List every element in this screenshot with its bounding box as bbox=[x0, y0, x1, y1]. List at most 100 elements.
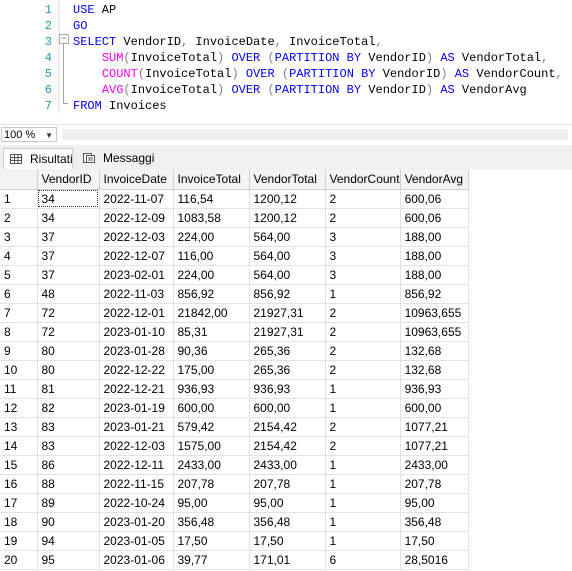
grid-cell[interactable]: 94 bbox=[37, 531, 100, 551]
grid-cell[interactable]: 3 bbox=[325, 227, 401, 247]
grid-cell[interactable]: 95 bbox=[37, 550, 100, 570]
grid-cell[interactable]: 2023-01-21 bbox=[99, 417, 174, 437]
row-number[interactable]: 17 bbox=[0, 493, 38, 513]
grid-cell[interactable]: 85,31 bbox=[173, 322, 250, 342]
row-number[interactable]: 18 bbox=[0, 512, 38, 532]
grid-cell[interactable]: 2022-12-03 bbox=[99, 227, 174, 247]
table-row[interactable]: 15 86 2022-12-11 2433,00 2433,00 1 2433,00 bbox=[0, 455, 469, 475]
grid-cell[interactable]: 90,36 bbox=[173, 341, 250, 361]
grid-cell[interactable]: 2022-12-22 bbox=[99, 360, 174, 380]
column-header[interactable]: VendorCount bbox=[325, 170, 401, 190]
grid-cell[interactable]: 1200,12 bbox=[249, 189, 326, 209]
row-number[interactable]: 3 bbox=[0, 227, 38, 247]
row-number[interactable]: 8 bbox=[0, 322, 38, 342]
grid-cell[interactable]: 1077,21 bbox=[400, 436, 469, 456]
grid-cell[interactable]: 2023-01-20 bbox=[99, 512, 174, 532]
grid-cell[interactable]: 600,00 bbox=[173, 398, 250, 418]
table-row[interactable]: 10 80 2022-12-22 175,00 265,36 2 132,68 bbox=[0, 360, 469, 380]
grid-cell[interactable]: 81 bbox=[37, 379, 100, 399]
grid-cell[interactable]: 856,92 bbox=[249, 284, 326, 304]
column-header[interactable]: InvoiceTotal bbox=[173, 170, 250, 190]
grid-cell[interactable]: 116,00 bbox=[173, 246, 250, 266]
grid-cell[interactable]: 2433,00 bbox=[173, 455, 250, 475]
grid-cell[interactable]: 188,00 bbox=[400, 246, 469, 266]
row-number[interactable]: 2 bbox=[0, 208, 38, 228]
grid-cell[interactable]: 600,06 bbox=[400, 189, 469, 209]
row-number[interactable]: 12 bbox=[0, 398, 38, 418]
grid-cell[interactable]: 2154,42 bbox=[249, 417, 326, 437]
grid-cell[interactable]: 95,00 bbox=[173, 493, 250, 513]
row-number[interactable]: 9 bbox=[0, 341, 38, 361]
row-number[interactable]: 4 bbox=[0, 246, 38, 266]
grid-cell[interactable]: 2022-11-03 bbox=[99, 284, 174, 304]
grid-cell[interactable]: 10963,655 bbox=[400, 303, 469, 323]
grid-cell[interactable]: 2022-11-15 bbox=[99, 474, 174, 494]
grid-cell[interactable]: 175,00 bbox=[173, 360, 250, 380]
grid-cell[interactable]: 1 bbox=[325, 284, 401, 304]
grid-cell[interactable]: 39,77 bbox=[173, 550, 250, 570]
row-number[interactable]: 13 bbox=[0, 417, 38, 437]
grid-cell[interactable]: 936,93 bbox=[400, 379, 469, 399]
table-row[interactable]: 7 72 2022-12-01 21842,00 21927,31 2 10963,655 bbox=[0, 303, 469, 323]
grid-cell[interactable]: 1 bbox=[325, 512, 401, 532]
row-number[interactable]: 20 bbox=[0, 550, 38, 570]
grid-cell[interactable]: 17,50 bbox=[173, 531, 250, 551]
grid-cell[interactable]: 83 bbox=[37, 417, 100, 437]
grid-cell[interactable]: 82 bbox=[37, 398, 100, 418]
grid-cell[interactable]: 2022-11-07 bbox=[99, 189, 174, 209]
grid-cell[interactable]: 600,00 bbox=[249, 398, 326, 418]
row-number[interactable]: 16 bbox=[0, 474, 38, 494]
grid-cell[interactable]: 116,54 bbox=[173, 189, 250, 209]
table-row[interactable]: 2 34 2022-12-09 1083,58 1200,12 2 600,06 bbox=[0, 208, 469, 228]
grid-cell[interactable]: 856,92 bbox=[173, 284, 250, 304]
grid-cell[interactable]: 188,00 bbox=[400, 265, 469, 285]
grid-cell[interactable]: 28,5016 bbox=[400, 550, 469, 570]
grid-cell[interactable]: 207,78 bbox=[173, 474, 250, 494]
grid-cell[interactable]: 2 bbox=[325, 360, 401, 380]
grid-cell[interactable]: 37 bbox=[37, 265, 100, 285]
grid-cell[interactable]: 17,50 bbox=[400, 531, 469, 551]
grid-cell[interactable]: 856,92 bbox=[400, 284, 469, 304]
grid-cell[interactable]: 48 bbox=[37, 284, 100, 304]
grid-cell[interactable]: 132,68 bbox=[400, 360, 469, 380]
grid-cell[interactable]: 356,48 bbox=[173, 512, 250, 532]
grid-cell[interactable]: 1575,00 bbox=[173, 436, 250, 456]
table-row[interactable]: 8 72 2023-01-10 85,31 21927,31 2 10963,655 bbox=[0, 322, 469, 342]
grid-cell[interactable]: 936,93 bbox=[173, 379, 250, 399]
table-row[interactable]: 1 34 2022-11-07 116,54 1200,12 2 600,06 bbox=[0, 189, 469, 209]
grid-cell[interactable]: 265,36 bbox=[249, 341, 326, 361]
row-number[interactable]: 10 bbox=[0, 360, 38, 380]
table-row[interactable]: 13 83 2023-01-21 579,42 2154,42 2 1077,21 bbox=[0, 417, 469, 437]
grid-cell[interactable]: 2 bbox=[325, 341, 401, 361]
table-row[interactable]: 12 82 2023-01-19 600,00 600,00 1 600,00 bbox=[0, 398, 469, 418]
grid-cell[interactable]: 2 bbox=[325, 303, 401, 323]
table-row[interactable]: 6 48 2022-11-03 856,92 856,92 1 856,92 bbox=[0, 284, 469, 304]
table-row[interactable]: 5 37 2023-02-01 224,00 564,00 3 188,00 bbox=[0, 265, 469, 285]
grid-cell[interactable]: 224,00 bbox=[173, 227, 250, 247]
row-number[interactable]: 14 bbox=[0, 436, 38, 456]
grid-cell[interactable]: 564,00 bbox=[249, 246, 326, 266]
grid-cell[interactable]: 10963,655 bbox=[400, 322, 469, 342]
grid-cell[interactable]: 2022-12-03 bbox=[99, 436, 174, 456]
grid-cell[interactable]: 356,48 bbox=[400, 512, 469, 532]
grid-cell[interactable]: 207,78 bbox=[400, 474, 469, 494]
table-row[interactable]: 11 81 2022-12-21 936,93 936,93 1 936,93 bbox=[0, 379, 469, 399]
grid-cell[interactable]: 1077,21 bbox=[400, 417, 469, 437]
grid-cell[interactable]: 207,78 bbox=[249, 474, 326, 494]
grid-cell[interactable]: 95,00 bbox=[400, 493, 469, 513]
grid-cell[interactable]: 90 bbox=[37, 512, 100, 532]
grid-cell[interactable]: 600,06 bbox=[400, 208, 469, 228]
grid-cell[interactable]: 88 bbox=[37, 474, 100, 494]
grid-cell[interactable]: 3 bbox=[325, 265, 401, 285]
grid-cell[interactable]: 21927,31 bbox=[249, 303, 326, 323]
grid-cell[interactable]: 2 bbox=[325, 189, 401, 209]
grid-cell[interactable]: 2 bbox=[325, 208, 401, 228]
grid-cell[interactable]: 2022-12-21 bbox=[99, 379, 174, 399]
grid-cell[interactable]: 72 bbox=[37, 303, 100, 323]
grid-cell[interactable]: 564,00 bbox=[249, 227, 326, 247]
grid-cell[interactable]: 2 bbox=[325, 322, 401, 342]
grid-cell[interactable]: 1 bbox=[325, 455, 401, 475]
grid-cell[interactable]: 1083,58 bbox=[173, 208, 250, 228]
table-row[interactable]: 9 80 2023-01-28 90,36 265,36 2 132,68 bbox=[0, 341, 469, 361]
grid-cell[interactable]: 2023-01-10 bbox=[99, 322, 174, 342]
